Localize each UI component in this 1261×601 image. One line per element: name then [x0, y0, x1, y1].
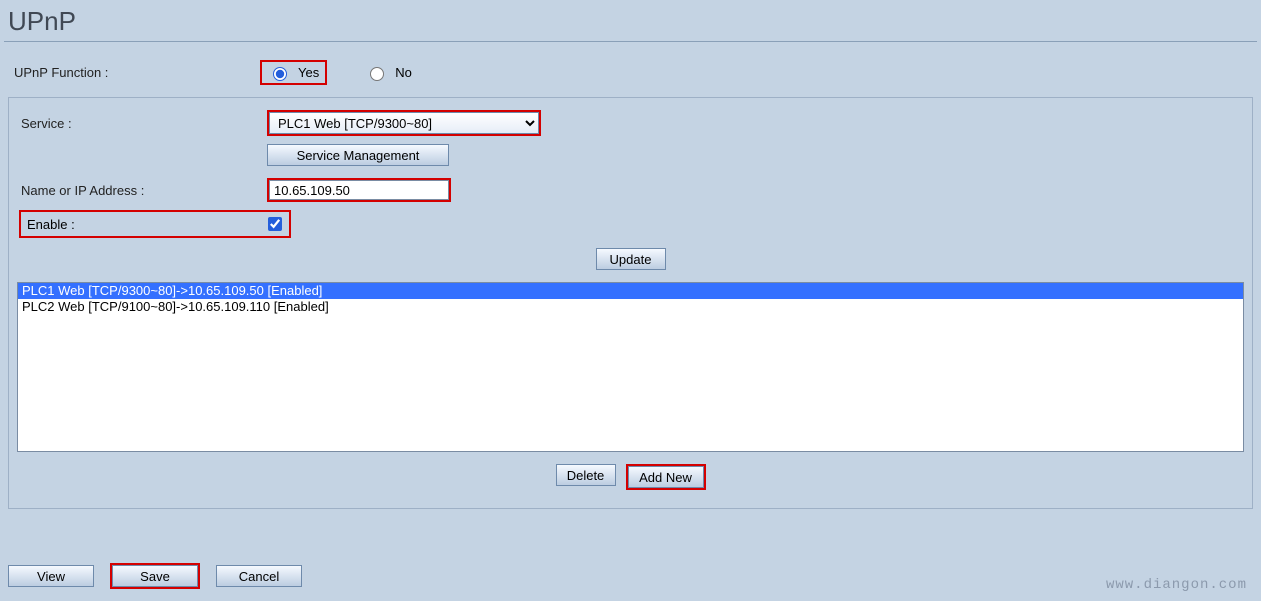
enable-highlight: Enable :: [19, 210, 291, 238]
service-label: Service :: [17, 116, 267, 131]
ip-input[interactable]: [269, 180, 449, 200]
watermark-text: www.diangon.com: [1106, 577, 1247, 593]
service-management-button[interactable]: Service Management: [267, 144, 449, 166]
service-panel: Service : PLC1 Web [TCP/9300~80] Service…: [8, 97, 1253, 509]
save-highlight: Save: [110, 563, 200, 589]
page-title: UPnP: [4, 4, 1257, 42]
bottom-toolbar: View Save Cancel: [8, 563, 302, 589]
ip-highlight: [267, 178, 451, 202]
list-item[interactable]: PLC1 Web [TCP/9300~80]->10.65.109.50 [En…: [18, 283, 1243, 299]
upnp-no-radio[interactable]: [370, 67, 384, 81]
add-new-button[interactable]: Add New: [628, 466, 704, 488]
list-item[interactable]: PLC2 Web [TCP/9100~80]->10.65.109.110 [E…: [18, 299, 1243, 315]
delete-button[interactable]: Delete: [556, 464, 616, 486]
enable-checkbox[interactable]: [268, 217, 282, 231]
service-select[interactable]: PLC1 Web [TCP/9300~80]: [269, 112, 539, 134]
cancel-button[interactable]: Cancel: [216, 565, 302, 587]
addnew-highlight: Add New: [626, 464, 706, 490]
upnp-yes-highlight: Yes: [260, 60, 327, 85]
mapping-listbox[interactable]: PLC1 Web [TCP/9300~80]->10.65.109.50 [En…: [17, 282, 1244, 452]
save-button[interactable]: Save: [112, 565, 198, 587]
upnp-no-label: No: [395, 65, 412, 80]
upnp-function-label: UPnP Function :: [10, 65, 260, 80]
view-button[interactable]: View: [8, 565, 94, 587]
ip-label: Name or IP Address :: [17, 183, 267, 198]
upnp-yes-label: Yes: [298, 65, 319, 80]
upnp-yes-radio[interactable]: [273, 67, 287, 81]
enable-label: Enable :: [27, 217, 75, 232]
service-highlight: PLC1 Web [TCP/9300~80]: [267, 110, 541, 136]
update-button[interactable]: Update: [596, 248, 666, 270]
